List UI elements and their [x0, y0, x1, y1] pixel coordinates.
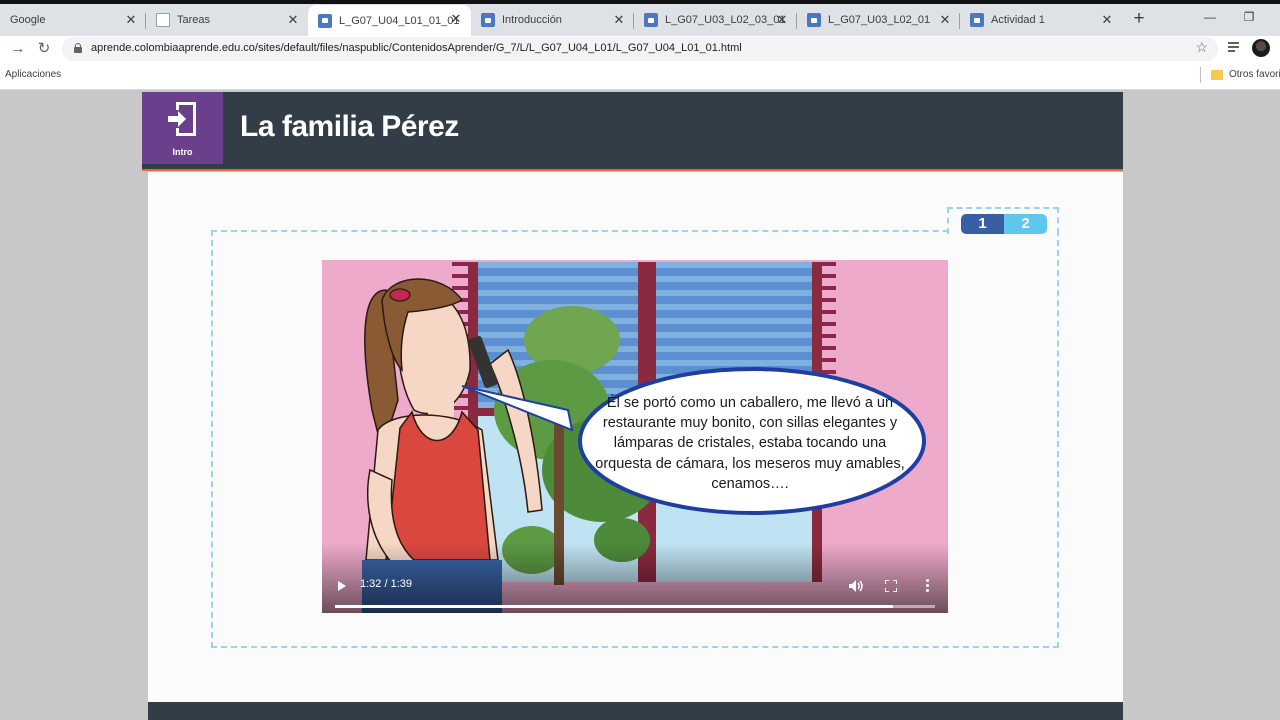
address-bar[interactable]: aprende.colombiaaprende.edu.co/sites/def… — [62, 37, 1218, 61]
restore-icon[interactable]: ❐ — [1237, 8, 1261, 26]
close-tab-icon[interactable]: ✕ — [612, 13, 626, 27]
seek-progress — [335, 605, 893, 608]
close-tab-icon[interactable]: ✕ — [124, 13, 138, 27]
close-tab-icon[interactable]: ✕ — [1100, 13, 1114, 27]
tab-l-g07-u03-l02-01[interactable]: L_G07_U03_L02_01 ✕ — [797, 6, 960, 34]
close-tab-icon[interactable]: ✕ — [938, 13, 952, 27]
bookmarks-bar: Aplicaciones Otros favori — [0, 62, 1280, 90]
tab-introduccion[interactable]: Introducción ✕ — [471, 6, 634, 34]
browser-toolbar: → ↻ aprende.colombiaaprende.edu.co/sites… — [0, 36, 1280, 62]
page-button-2[interactable]: 2 — [1004, 214, 1047, 234]
close-tab-icon[interactable]: ✕ — [775, 13, 789, 27]
video-time: 1:32 / 1:39 — [360, 578, 412, 590]
profile-avatar[interactable] — [1252, 39, 1270, 57]
tab-lesson-active[interactable]: L_G07_U04_L01_01_01 ✕ — [308, 5, 471, 36]
bookmarks-separator — [1200, 67, 1201, 83]
tab-tareas[interactable]: Tareas ✕ — [146, 6, 308, 34]
lesson-footer-bar — [148, 702, 1123, 720]
speech-bubble-text: Él se portó como un caballero, me llevó … — [595, 395, 905, 492]
minimize-icon[interactable]: — — [1198, 8, 1222, 26]
play-icon[interactable] — [338, 581, 346, 591]
close-tab-icon[interactable]: ✕ — [449, 12, 463, 26]
intro-badge[interactable]: Intro — [142, 92, 223, 164]
reload-icon[interactable]: ↻ — [34, 39, 54, 59]
site-icon — [318, 13, 332, 28]
lesson-content: 1 2 Él se portó como un caballero, me ll… — [148, 172, 1123, 702]
bookmark-star-icon[interactable]: ☆ — [1195, 39, 1208, 56]
bookmark-other-favorites[interactable]: Otros favori — [1229, 69, 1280, 80]
lock-icon — [74, 43, 82, 53]
site-icon — [644, 13, 658, 27]
lesson-title: La familia Pérez — [240, 110, 459, 143]
tab-actividad-1[interactable]: Actividad 1 ✕ — [960, 6, 1122, 34]
lesson-header: Intro La familia Pérez — [142, 92, 1123, 171]
page-viewport: Intro La familia Pérez 1 2 Él se portó c… — [0, 90, 1280, 720]
intro-label: Intro — [172, 147, 193, 157]
site-icon — [970, 13, 984, 27]
site-icon — [481, 13, 495, 27]
new-tab-plus-icon[interactable]: + — [1128, 9, 1150, 31]
enter-door-icon — [168, 102, 196, 136]
close-tab-icon[interactable]: ✕ — [286, 13, 300, 27]
more-options-icon[interactable] — [926, 579, 930, 593]
volume-icon[interactable] — [848, 579, 864, 593]
window-top-edge — [0, 0, 1280, 4]
back-arrow-icon[interactable]: → — [8, 39, 28, 59]
folder-icon — [1211, 70, 1223, 80]
video-player[interactable]: Él se portó como un caballero, me llevó … — [322, 260, 948, 613]
media-controls-icon[interactable] — [1228, 40, 1242, 54]
page-button-1[interactable]: 1 — [961, 214, 1004, 234]
document-icon — [156, 13, 170, 27]
tab-strip: Google ✕ Tareas ✕ L_G07_U04_L01_01_01 ✕ … — [0, 0, 1280, 36]
fullscreen-icon[interactable] — [885, 580, 897, 592]
url-text[interactable]: aprende.colombiaaprende.edu.co/sites/def… — [91, 42, 742, 54]
page-selector: 1 2 — [961, 214, 1047, 234]
tab-l-g07-u03-l02-03-01[interactable]: L_G07_U03_L02_03_01 ✕ — [634, 6, 797, 34]
site-icon — [807, 13, 821, 27]
tab-google[interactable]: Google ✕ — [0, 6, 146, 34]
bookmark-apps[interactable]: Aplicaciones — [5, 69, 61, 80]
video-controls: 1:32 / 1:39 — [322, 543, 948, 613]
seek-bar[interactable] — [335, 605, 935, 608]
